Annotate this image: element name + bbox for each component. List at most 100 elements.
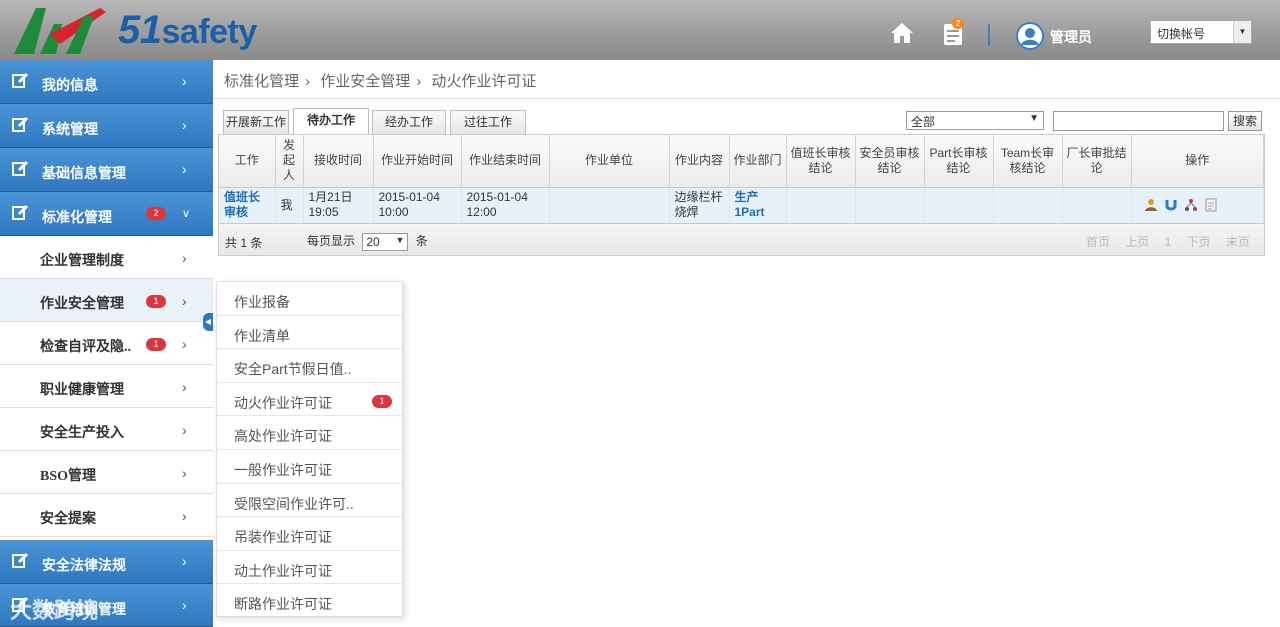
flyout-item[interactable]: 受限空间作业许可.. bbox=[217, 484, 402, 518]
column-header: Part长审核结论 bbox=[924, 135, 994, 188]
logo: 51safety bbox=[10, 4, 257, 58]
tab-pending-work[interactable]: 待办工作 bbox=[293, 108, 369, 134]
column-header: 操作 bbox=[1131, 135, 1264, 188]
page-size-label: 每页显示 bbox=[307, 234, 356, 248]
undo-icon[interactable] bbox=[1164, 198, 1178, 212]
brand-text: safety bbox=[161, 13, 258, 51]
flyout-item[interactable]: 作业清单 bbox=[217, 316, 402, 350]
chevron-right-icon: › bbox=[182, 293, 187, 309]
director-review-cell bbox=[1062, 187, 1132, 223]
home-icon[interactable] bbox=[889, 20, 915, 46]
notification-button[interactable]: 2 bbox=[942, 18, 964, 49]
sidebar-item-label: 基础信息管理 bbox=[42, 167, 126, 182]
flyout-item[interactable]: 安全Part节假日值.. bbox=[217, 349, 402, 383]
count-badge: 2 bbox=[146, 207, 166, 220]
app-header: 51safety 2 管理员 切换帐号 ▼ bbox=[0, 0, 1280, 60]
sidebar-item-laws[interactable]: 安全法律法规 › bbox=[0, 540, 213, 584]
filter-selected-value: 全部 bbox=[911, 115, 936, 129]
flyout-item[interactable]: 吊装作业许可证 bbox=[217, 517, 402, 551]
tab-handled-work[interactable]: 经办工作 bbox=[372, 110, 446, 134]
flyout-item[interactable]: 一般作业许可证 bbox=[217, 450, 402, 484]
flyout-item-label: 一般作业许可证 bbox=[234, 462, 332, 478]
page-number[interactable]: 1 bbox=[1165, 235, 1172, 249]
breadcrumb-item[interactable]: 作业安全管理 bbox=[320, 73, 410, 90]
brand-name: 51safety bbox=[118, 8, 257, 53]
column-header: 作业内容 bbox=[669, 135, 730, 188]
chevron-right-icon: › bbox=[182, 422, 187, 438]
next-page-button[interactable]: 下页 bbox=[1187, 235, 1211, 249]
flyout-item-label: 受限空间作业许可.. bbox=[234, 495, 354, 512]
work-link[interactable]: 值班长审核 bbox=[219, 187, 276, 223]
flyout-item-label: 高处作业许可证 bbox=[234, 428, 332, 445]
column-header: 发起人 bbox=[275, 135, 304, 188]
document-icon[interactable] bbox=[1204, 198, 1218, 212]
flyout-item[interactable]: 高处作业许可证 bbox=[217, 416, 402, 450]
user-name[interactable]: 管理员 bbox=[1050, 27, 1092, 47]
flow-icon[interactable] bbox=[1184, 198, 1198, 212]
sidebar-sub-item[interactable]: 企业管理制度 › bbox=[0, 236, 213, 279]
collapse-sidebar-icon[interactable]: ◀ bbox=[203, 313, 213, 331]
table-row[interactable]: 值班长审核 我 1月21日 19:05 2015-01-04 10:00 201… bbox=[219, 187, 1264, 223]
unit-cell bbox=[549, 187, 670, 223]
search-input[interactable] bbox=[1053, 111, 1224, 131]
page-size-unit: 条 bbox=[415, 234, 428, 248]
chevron-down-icon: ▼ bbox=[395, 234, 405, 245]
sidebar-sub-item[interactable]: 安全生产投入 › bbox=[0, 408, 213, 451]
flyout-item[interactable]: 动土作业许可证 bbox=[217, 551, 402, 585]
flyout-item-label: 作业报备 bbox=[234, 294, 290, 310]
flyout-item-label: 吊装作业许可证 bbox=[234, 529, 332, 546]
breadcrumb-item[interactable]: 标准化管理 bbox=[224, 73, 299, 90]
table-header-row: 工作 发起人 接收时间 作业开始时间 作业结束时间 作业单位 作业内容 作业部门… bbox=[219, 135, 1264, 188]
work-table: 工作 发起人 接收时间 作业开始时间 作业结束时间 作业单位 作业内容 作业部门… bbox=[218, 134, 1265, 256]
switch-account-select[interactable]: 切换帐号 ▼ bbox=[1150, 20, 1252, 44]
filter-select[interactable]: 全部 ▼ bbox=[906, 111, 1044, 130]
chevron-down-icon: ▼ bbox=[1029, 113, 1039, 124]
prev-page-button[interactable]: 上页 bbox=[1125, 235, 1149, 249]
dept-cell: 生产1Part bbox=[729, 187, 787, 223]
sidebar-sub-item[interactable]: 安全提案 › bbox=[0, 494, 213, 537]
sidebar-sub-item-active[interactable]: 作业安全管理 1 › bbox=[0, 279, 213, 322]
sidebar-sub-label: 企业管理制度 bbox=[40, 254, 124, 269]
sidebar-item-label: 标准化管理 bbox=[42, 211, 112, 226]
column-header: 安全员审核结论 bbox=[855, 135, 925, 188]
notification-badge: 2 bbox=[952, 18, 964, 29]
sidebar-item-basic-info[interactable]: 基础信息管理 › bbox=[0, 148, 213, 192]
avatar-icon[interactable] bbox=[1016, 22, 1044, 50]
sidebar-sub-item[interactable]: 职业健康管理 › bbox=[0, 365, 213, 408]
chevron-right-icon: › bbox=[182, 250, 187, 266]
sidebar-item-system[interactable]: 系统管理 › bbox=[0, 104, 213, 148]
pagination: 首页 上页 1 下页 末页 bbox=[1074, 233, 1250, 250]
flyout-item-active[interactable]: 动火作业许可证 1 bbox=[217, 383, 402, 417]
breadcrumb-separator-icon: › bbox=[305, 73, 311, 90]
sidebar-item-label: 我的信息 bbox=[42, 79, 98, 94]
table-footer: 共 1 条 每页显示 20 ▼ 条 首页 上页 1 下页 末页 bbox=[219, 223, 1264, 255]
sidebar-item-my-info[interactable]: 我的信息 › bbox=[0, 60, 213, 104]
sidebar-sub-item[interactable]: BSO管理 › bbox=[0, 451, 213, 494]
safety-review-cell bbox=[855, 187, 925, 223]
flyout-item-label: 动土作业许可证 bbox=[234, 562, 332, 579]
sidebar-sub-item[interactable]: 检查自评及隐.. 1 › bbox=[0, 322, 213, 365]
sidebar: 我的信息 › 系统管理 › 基础信息管理 › 标准化管理 2 ∨ 企业管理制度 … bbox=[0, 60, 213, 627]
chevron-right-icon: › bbox=[182, 379, 187, 395]
tab-new-work[interactable]: 开展新工作 bbox=[223, 110, 289, 134]
column-header: 作业开始时间 bbox=[373, 135, 462, 188]
edit-icon bbox=[12, 204, 28, 220]
first-page-button[interactable]: 首页 bbox=[1086, 235, 1110, 249]
logo-mark-icon bbox=[14, 8, 106, 54]
edit-icon bbox=[12, 552, 28, 568]
chevron-right-icon: › bbox=[182, 336, 187, 352]
search-button[interactable]: 搜索 bbox=[1228, 111, 1262, 131]
sidebar-item-label: 安全法律法规 bbox=[42, 559, 126, 574]
page-size-select[interactable]: 20 ▼ bbox=[362, 232, 409, 251]
breadcrumb-separator-icon: › bbox=[416, 73, 422, 90]
chevron-right-icon: › bbox=[182, 553, 187, 569]
sidebar-sub-label: 作业安全管理 bbox=[40, 297, 124, 312]
tab-past-work[interactable]: 过往工作 bbox=[450, 110, 526, 134]
flyout-item[interactable]: 作业报备 bbox=[217, 282, 402, 316]
flyout-item[interactable]: 断路作业许可证 bbox=[217, 584, 402, 618]
user-icon[interactable] bbox=[1144, 198, 1158, 212]
sidebar-item-standardization[interactable]: 标准化管理 2 ∨ bbox=[0, 192, 213, 236]
chevron-right-icon: › bbox=[182, 161, 187, 177]
last-page-button[interactable]: 末页 bbox=[1226, 235, 1250, 249]
page-size-control: 每页显示 20 ▼ 条 bbox=[307, 232, 428, 251]
